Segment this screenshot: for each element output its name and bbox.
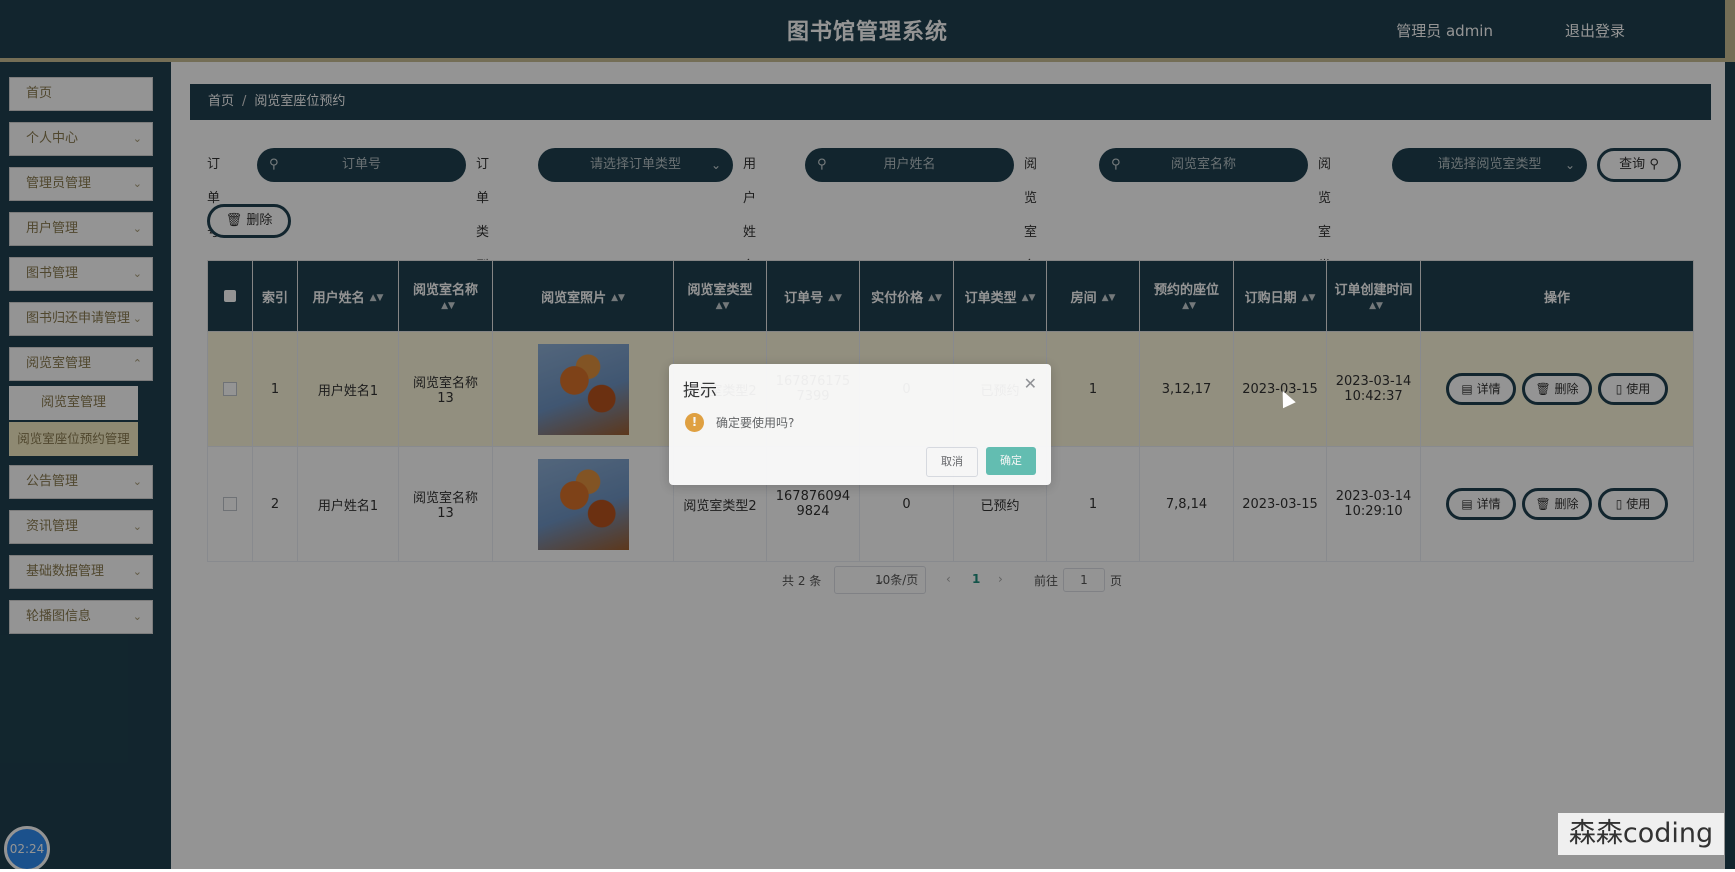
watermark: 森森coding [1558, 813, 1724, 855]
confirm-dialog: 提示 ✕ ! 确定要使用吗? 取消 确定 [669, 364, 1051, 485]
confirm-button[interactable]: 确定 [986, 447, 1036, 475]
warning-icon: ! [685, 413, 704, 432]
dialog-message: 确定要使用吗? [716, 416, 795, 430]
close-icon[interactable]: ✕ [1024, 374, 1037, 393]
cancel-button[interactable]: 取消 [926, 447, 978, 477]
dialog-title: 提示 [683, 381, 717, 401]
